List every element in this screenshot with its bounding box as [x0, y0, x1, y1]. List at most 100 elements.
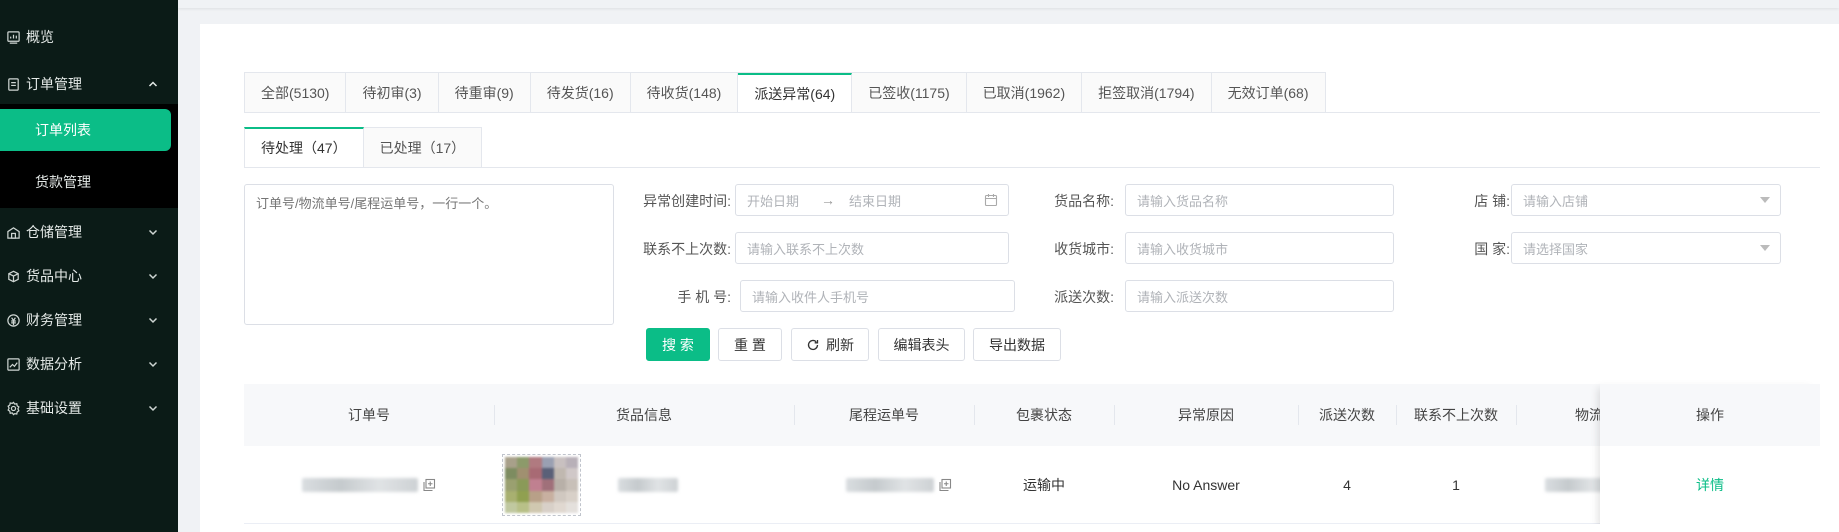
menu-goods[interactable]: 货品中心 [0, 258, 178, 294]
sidebar-item-order-list-label: 订单列表 [35, 122, 91, 138]
search-button[interactable]: 搜 索 [646, 328, 710, 361]
receiving-city-input[interactable]: 请输入收货城市 [1125, 232, 1394, 264]
goods-name-input[interactable]: 请输入货品名称 [1125, 184, 1394, 216]
export-button[interactable]: 导出数据 [973, 328, 1061, 361]
th-actions: 操作 [1600, 384, 1820, 446]
tab-first-review[interactable]: 待初审(3) [346, 73, 439, 113]
chevron-down-icon [148, 405, 158, 412]
goods-name-label: 货品名称: [1054, 193, 1114, 209]
dashboard-icon [4, 28, 22, 46]
order-no-cell [244, 446, 494, 524]
goods-name-redacted [618, 478, 678, 492]
column-divider [1516, 405, 1517, 425]
detail-link[interactable]: 详情 [1600, 446, 1820, 524]
tab-rejected-cancelled[interactable]: 拒签取消(1794) [1082, 73, 1212, 113]
delivery-count-label: 派送次数: [1054, 289, 1114, 305]
order-icon [4, 75, 22, 93]
tab-all[interactable]: 全部(5130) [245, 73, 347, 113]
sidebar-item-order-list[interactable]: 订单列表 [0, 109, 171, 151]
settings-icon [4, 399, 22, 417]
sidebar-item-payment[interactable]: 货款管理 [0, 161, 171, 203]
end-date-input[interactable]: 结束日期 [849, 191, 901, 210]
menu-overview[interactable]: 概览 [0, 19, 178, 55]
reset-button[interactable]: 重 置 [718, 328, 782, 361]
start-date-input[interactable]: 开始日期 [747, 191, 799, 210]
tab-delivery-exception[interactable]: 派送异常(64) [738, 73, 853, 113]
menu-orders[interactable]: 订单管理 [0, 66, 178, 102]
chevron-down-icon [148, 273, 158, 280]
th-delivery-count: 派送次数 [1319, 407, 1375, 423]
finance-icon [4, 311, 22, 329]
calendar-icon [984, 194, 998, 207]
sidebar: 概览 订单管理 订单列表 货款管理 仓储管理 货品中心 财务管理 数据分析 基础… [0, 0, 178, 532]
unreachable-count-input[interactable]: 请输入联系不上次数 [735, 232, 1009, 264]
store-label: 店 铺: [1474, 193, 1510, 209]
th-unreachable-count: 联系不上次数 [1414, 407, 1498, 423]
menu-finance-label: 财务管理 [26, 312, 82, 328]
unreachable-count-cell: 1 [1452, 477, 1460, 493]
country-select-placeholder: 请选择国家 [1523, 241, 1589, 257]
order-no-redacted [302, 478, 418, 492]
copy-icon[interactable] [938, 478, 952, 492]
chevron-down-icon [148, 317, 158, 324]
menu-goods-label: 货品中心 [26, 268, 82, 284]
subtab-pending[interactable]: 待处理（47） [244, 127, 364, 168]
menu-warehouse-label: 仓储管理 [26, 224, 82, 240]
delivery-count-cell: 4 [1343, 477, 1351, 493]
table-header: 订单号 货品信息 尾程运单号 包裹状态 异常原因 派送次数 联系不上次数 物流 [244, 384, 1820, 446]
tab-invalid[interactable]: 无效订单(68) [1211, 73, 1326, 113]
phone-label: 手 机 号: [677, 289, 731, 305]
fixed-action-column: 操作 详情 [1600, 384, 1820, 532]
chevron-down-icon [148, 229, 158, 236]
product-image [505, 457, 578, 513]
th-goods-info: 货品信息 [616, 407, 672, 423]
product-thumbnail[interactable] [502, 454, 581, 516]
menu-warehouse[interactable]: 仓储管理 [0, 214, 178, 250]
top-header [178, 0, 1839, 8]
copy-icon[interactable] [422, 478, 436, 492]
dropdown-arrow-icon [1760, 197, 1770, 203]
tracking-no-cell [824, 446, 974, 524]
edit-header-button[interactable]: 编辑表头 [878, 328, 965, 361]
store-select-placeholder: 请输入店铺 [1523, 193, 1589, 209]
tab-to-receive[interactable]: 待收货(148) [630, 73, 739, 113]
warehouse-icon [4, 223, 22, 241]
menu-analytics[interactable]: 数据分析 [0, 346, 178, 382]
order-status-tabs: 全部(5130) 待初审(3) 待重审(9) 待发货(16) 待收货(148) … [244, 72, 1326, 113]
refresh-button[interactable]: 刷新 [791, 328, 869, 361]
order-numbers-textarea[interactable] [244, 184, 614, 325]
refresh-icon [807, 339, 819, 350]
date-separator: → [821, 192, 836, 208]
tab-to-ship[interactable]: 待发货(16) [530, 73, 631, 113]
chevron-up-icon [148, 81, 158, 87]
phone-input[interactable]: 请输入收件人手机号 [740, 280, 1015, 312]
tab-re-review[interactable]: 待重审(9) [438, 73, 531, 113]
store-select[interactable]: 请输入店铺 [1511, 184, 1781, 216]
dropdown-arrow-icon [1760, 245, 1770, 251]
tabs-divider [244, 112, 1820, 113]
th-tracking-no: 尾程运单号 [849, 407, 919, 423]
exception-subtabs: 待处理（47） 已处理（17） [244, 127, 483, 168]
table-row: 运输中 No Answer 4 1 [244, 446, 1820, 524]
goods-name-cell [588, 446, 708, 524]
country-label: 国 家: [1474, 241, 1510, 257]
menu-overview-label: 概览 [26, 29, 54, 45]
subtab-processed[interactable]: 已处理（17） [363, 127, 483, 168]
date-range-picker[interactable]: 开始日期 → 结束日期 [735, 184, 1009, 216]
table-row-next [244, 524, 1600, 532]
menu-settings-label: 基础设置 [26, 400, 82, 416]
th-package-status: 包裹状态 [1016, 407, 1072, 423]
receiving-city-label: 收货城市: [1054, 241, 1114, 257]
chart-icon [4, 355, 22, 373]
package-status-cell: 运输中 [1023, 477, 1065, 493]
chevron-down-icon [148, 361, 158, 368]
menu-finance[interactable]: 财务管理 [0, 302, 178, 338]
menu-analytics-label: 数据分析 [26, 356, 82, 372]
delivery-count-input[interactable]: 请输入派送次数 [1125, 280, 1394, 312]
subtabs-divider [244, 167, 1820, 168]
tab-signed[interactable]: 已签收(1175) [852, 73, 967, 113]
country-select[interactable]: 请选择国家 [1511, 232, 1781, 264]
unreachable-count-label: 联系不上次数: [643, 241, 731, 257]
menu-settings[interactable]: 基础设置 [0, 390, 178, 426]
tab-cancelled[interactable]: 已取消(1962) [966, 73, 1083, 113]
